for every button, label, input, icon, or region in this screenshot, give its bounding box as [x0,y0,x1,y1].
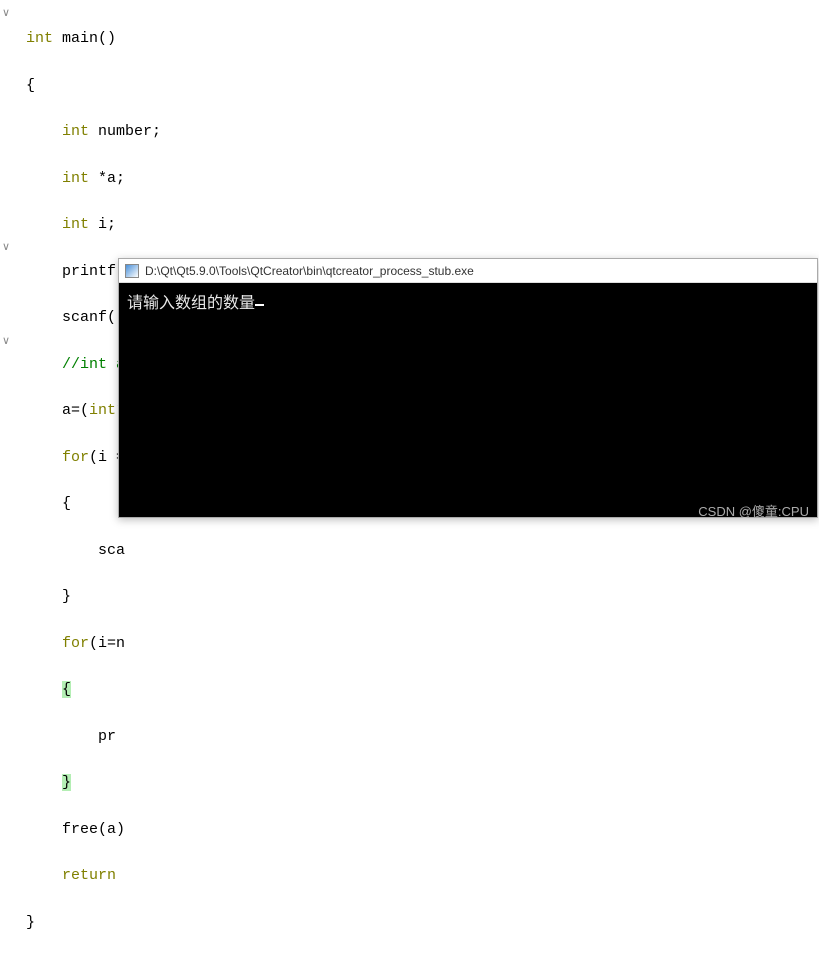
fold-marker-icon[interactable]: ∨ [2,6,10,20]
code-line: int main() [6,27,819,50]
console-titlebar[interactable]: D:\Qt\Qt5.9.0\Tools\QtCreator\bin\qtcrea… [119,259,817,283]
fold-marker-icon[interactable]: ∨ [2,334,10,348]
console-window[interactable]: D:\Qt\Qt5.9.0\Tools\QtCreator\bin\qtcrea… [118,258,818,518]
code-line: } [6,771,819,794]
code-line: } [6,911,819,934]
code-line: pr [6,725,819,748]
code-line: int i; [6,213,819,236]
code-line: free(a) [6,818,819,841]
code-line: { [6,678,819,701]
code-line: } [6,585,819,608]
console-title: D:\Qt\Qt5.9.0\Tools\QtCreator\bin\qtcrea… [145,264,474,278]
app-icon [125,264,139,278]
console-output[interactable]: 请输入数组的数量 [119,283,817,517]
code-line: int *a; [6,167,819,190]
code-line: return [6,864,819,887]
code-line: for(i=n [6,632,819,655]
fold-gutter: ∨ ∨ ∨ [0,0,14,526]
code-line: int number; [6,120,819,143]
code-line: sca [6,539,819,562]
code-line: { [6,74,819,97]
cursor-icon [255,304,264,306]
fold-marker-icon[interactable]: ∨ [2,240,10,254]
